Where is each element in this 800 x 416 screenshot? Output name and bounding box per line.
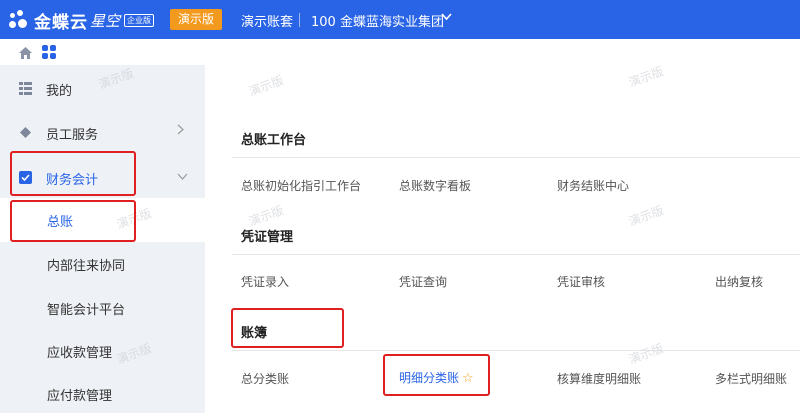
app-logo[interactable]: 金蝶云 星空 企业版 [8, 8, 155, 33]
divider [232, 157, 800, 158]
top-bar: 金蝶云 星空 企业版 演示版 演示账套 100 金蝶蓝海实业集团 [0, 0, 800, 39]
edition-badge: 企业版 [124, 14, 155, 27]
menu-link[interactable]: 凭证查询 [399, 273, 447, 290]
menu-link[interactable]: 多栏式明细账 [715, 370, 787, 387]
section-title: 凭证管理 [241, 230, 294, 245]
toolbar [0, 39, 800, 65]
sidebar-subitem-label: 应收款管理 [47, 346, 113, 361]
chevron-down-icon [177, 169, 188, 183]
sidebar-subitem-label: 应付款管理 [47, 389, 113, 404]
main-content [205, 65, 800, 413]
sidebar-subitem-payables[interactable]: 应付款管理 [0, 372, 205, 416]
menu-link[interactable]: 财务结账中心 [557, 177, 629, 194]
sidebar-item-label: 我的 [46, 84, 73, 99]
sidebar-subitem-receivables[interactable]: 应收款管理 [0, 329, 205, 373]
highlight-box [231, 308, 344, 348]
menu-link[interactable]: 凭证录入 [241, 273, 289, 290]
app-grid-icon[interactable] [42, 45, 56, 59]
chevron-down-icon[interactable] [441, 11, 452, 24]
divider [299, 13, 300, 27]
diamond-icon [19, 126, 32, 139]
sidebar-subitem-smart-accounting[interactable]: 智能会计平台 [0, 286, 205, 330]
menu-link[interactable]: 出纳复核 [715, 273, 763, 290]
sidebar-item-label: 员工服务 [46, 128, 99, 143]
chevron-right-icon [177, 124, 184, 138]
list-icon [19, 82, 32, 95]
kingdee-logo-icon [8, 9, 30, 32]
demo-version-button[interactable]: 演示版 [170, 9, 222, 30]
divider [232, 254, 800, 255]
highlight-box [383, 354, 490, 396]
menu-link[interactable]: 总分类账 [241, 370, 289, 387]
menu-link[interactable]: 总账数字看板 [399, 177, 471, 194]
organization-selector[interactable]: 100 金蝶蓝海实业集团 [311, 11, 444, 30]
sidebar-subitem-label: 内部往来协同 [47, 259, 126, 274]
section-title: 总账工作台 [241, 133, 307, 148]
home-icon[interactable] [18, 45, 33, 59]
menu-link[interactable]: 核算维度明细账 [557, 370, 641, 387]
sidebar-subitem-internal-collab[interactable]: 内部往来协同 [0, 242, 205, 286]
menu-link[interactable]: 凭证审核 [557, 273, 605, 290]
logo-text: 金蝶云 [34, 13, 88, 33]
account-set-label[interactable]: 演示账套 [241, 11, 293, 30]
highlight-box [10, 200, 136, 242]
sidebar-subitem-label: 智能会计平台 [47, 303, 126, 318]
logo-subtitle: 星空 [90, 12, 121, 30]
highlight-box [10, 151, 136, 196]
divider [232, 350, 800, 351]
menu-link[interactable]: 总账初始化指引工作台 [241, 177, 361, 194]
sidebar-item-employee-service[interactable]: 员工服务 [0, 111, 205, 155]
